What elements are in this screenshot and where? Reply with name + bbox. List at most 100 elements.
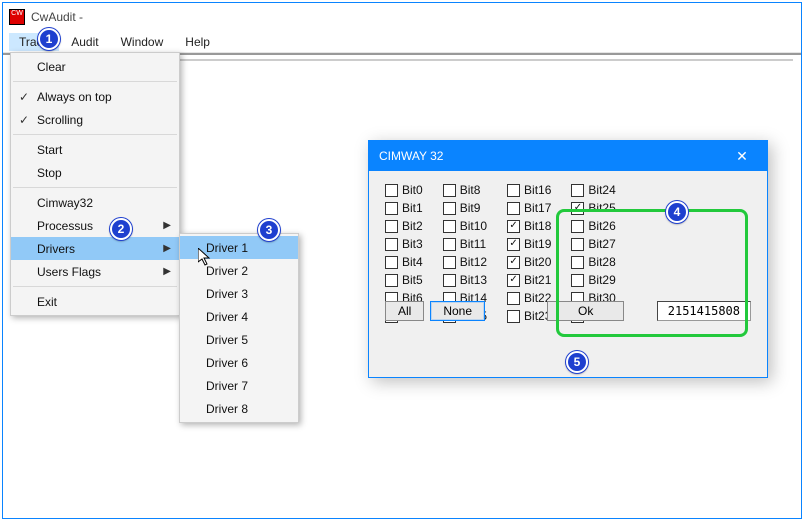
checkbox[interactable] — [507, 274, 520, 287]
menu-item-label: Users Flags — [37, 265, 101, 279]
bit-label: Bit18 — [524, 219, 551, 233]
bit-checkbox-row[interactable]: Bit8 — [443, 183, 487, 197]
bit-label: Bit16 — [524, 183, 551, 197]
drivers-submenu-item[interactable]: Driver 1 — [180, 236, 298, 259]
bit-checkbox-row[interactable]: Bit10 — [443, 219, 487, 233]
bit-checkbox-row[interactable]: Bit28 — [571, 255, 615, 269]
bit-checkbox-row[interactable]: Bit29 — [571, 273, 615, 287]
bit-checkbox-row[interactable]: Bit19 — [507, 237, 551, 251]
menu-item-label: Exit — [37, 295, 57, 309]
checkbox[interactable] — [385, 256, 398, 269]
checkbox[interactable] — [571, 202, 584, 215]
checkbox[interactable] — [571, 238, 584, 251]
all-button[interactable]: All — [385, 301, 424, 321]
checkbox[interactable] — [443, 274, 456, 287]
close-icon[interactable]: ✕ — [727, 148, 757, 165]
bit-checkbox-row[interactable]: Bit12 — [443, 255, 487, 269]
bit-checkbox-row[interactable]: Bit0 — [385, 183, 423, 197]
checkbox[interactable] — [507, 220, 520, 233]
menu-item-processus[interactable]: Processus▶ — [11, 214, 179, 237]
checkbox[interactable] — [571, 256, 584, 269]
drivers-submenu-item[interactable]: Driver 7 — [180, 374, 298, 397]
bit-label: Bit28 — [588, 255, 615, 269]
checkbox[interactable] — [443, 238, 456, 251]
checkbox[interactable] — [443, 256, 456, 269]
menubar: Trace Audit Window Help — [3, 31, 801, 53]
bit-label: Bit5 — [402, 273, 423, 287]
menu-item-exit[interactable]: Exit — [11, 290, 179, 313]
drivers-submenu-item[interactable]: Driver 2 — [180, 259, 298, 282]
checkbox[interactable] — [443, 202, 456, 215]
drivers-submenu-item[interactable]: Driver 6 — [180, 351, 298, 374]
menu-separator — [13, 286, 177, 287]
drivers-submenu-item[interactable]: Driver 8 — [180, 397, 298, 420]
checkbox[interactable] — [571, 220, 584, 233]
checkbox[interactable] — [507, 256, 520, 269]
bit-checkbox-row[interactable]: Bit18 — [507, 219, 551, 233]
step-badge-5: 5 — [566, 351, 588, 373]
drivers-submenu-item[interactable]: Driver 4 — [180, 305, 298, 328]
chevron-right-icon: ▶ — [163, 266, 171, 277]
menu-item-label: Driver 2 — [206, 264, 248, 278]
checkbox[interactable] — [385, 274, 398, 287]
bit-label: Bit17 — [524, 201, 551, 215]
drivers-submenu-item[interactable]: Driver 5 — [180, 328, 298, 351]
menu-separator — [13, 187, 177, 188]
bit-checkbox-row[interactable]: Bit3 — [385, 237, 423, 251]
bit-label: Bit21 — [524, 273, 551, 287]
checkbox[interactable] — [385, 220, 398, 233]
bit-checkbox-row[interactable]: Bit9 — [443, 201, 487, 215]
checkbox[interactable] — [385, 238, 398, 251]
menu-window[interactable]: Window — [111, 33, 174, 51]
menu-item-scrolling[interactable]: ✓Scrolling — [11, 108, 179, 131]
bit-checkbox-row[interactable]: Bit25 — [571, 201, 615, 215]
menu-item-start[interactable]: Start — [11, 138, 179, 161]
dialog-titlebar[interactable]: CIMWAY 32 ✕ — [369, 141, 767, 171]
bit-label: Bit29 — [588, 273, 615, 287]
cimway32-dialog: CIMWAY 32 ✕ Bit0Bit1Bit2Bit3Bit4Bit5Bit6… — [368, 140, 768, 378]
bit-label: Bit20 — [524, 255, 551, 269]
bit-checkbox-row[interactable]: Bit2 — [385, 219, 423, 233]
bit-checkbox-row[interactable]: Bit17 — [507, 201, 551, 215]
step-badge-4: 4 — [666, 201, 688, 223]
checkbox[interactable] — [507, 238, 520, 251]
bit-checkbox-row[interactable]: Bit4 — [385, 255, 423, 269]
menu-item-stop[interactable]: Stop — [11, 161, 179, 184]
bit-checkbox-row[interactable]: Bit13 — [443, 273, 487, 287]
checkbox[interactable] — [443, 220, 456, 233]
menu-item-label: Clear — [37, 60, 66, 74]
checkbox[interactable] — [507, 184, 520, 197]
checkbox[interactable] — [571, 274, 584, 287]
chevron-right-icon: ▶ — [163, 243, 171, 254]
drivers-submenu-item[interactable]: Driver 3 — [180, 282, 298, 305]
dialog-button-row: All None Ok 2151415808 — [385, 301, 751, 321]
checkbox[interactable] — [385, 184, 398, 197]
menu-separator — [13, 134, 177, 135]
bit-label: Bit19 — [524, 237, 551, 251]
menu-item-always-on-top[interactable]: ✓Always on top — [11, 85, 179, 108]
menu-item-drivers[interactable]: Drivers ▶ Driver 1Driver 2Driver 3Driver… — [11, 237, 179, 260]
menu-item-label: Cimway32 — [37, 196, 93, 210]
bit-checkbox-row[interactable]: Bit20 — [507, 255, 551, 269]
bit-checkbox-row[interactable]: Bit1 — [385, 201, 423, 215]
bit-checkbox-row[interactable]: Bit26 — [571, 219, 615, 233]
menu-help[interactable]: Help — [175, 33, 220, 51]
checkbox[interactable] — [571, 184, 584, 197]
bit-checkbox-row[interactable]: Bit21 — [507, 273, 551, 287]
check-icon: ✓ — [19, 113, 29, 127]
bit-checkbox-row[interactable]: Bit11 — [443, 237, 487, 251]
checkbox[interactable] — [443, 184, 456, 197]
bit-checkbox-row[interactable]: Bit5 — [385, 273, 423, 287]
menu-item-users-flags[interactable]: Users Flags ▶ — [11, 260, 179, 283]
bit-checkbox-row[interactable]: Bit24 — [571, 183, 615, 197]
bit-checkbox-row[interactable]: Bit16 — [507, 183, 551, 197]
menu-item-clear[interactable]: Clear — [11, 55, 179, 78]
checkbox[interactable] — [385, 202, 398, 215]
none-button[interactable]: None — [430, 301, 485, 321]
ok-button[interactable]: Ok — [547, 301, 624, 321]
bit-checkbox-row[interactable]: Bit27 — [571, 237, 615, 251]
menu-audit[interactable]: Audit — [61, 33, 108, 51]
menu-item-cimway32[interactable]: Cimway32 — [11, 191, 179, 214]
trace-menu-popup: Clear ✓Always on top ✓Scrolling Start St… — [10, 52, 180, 316]
checkbox[interactable] — [507, 202, 520, 215]
